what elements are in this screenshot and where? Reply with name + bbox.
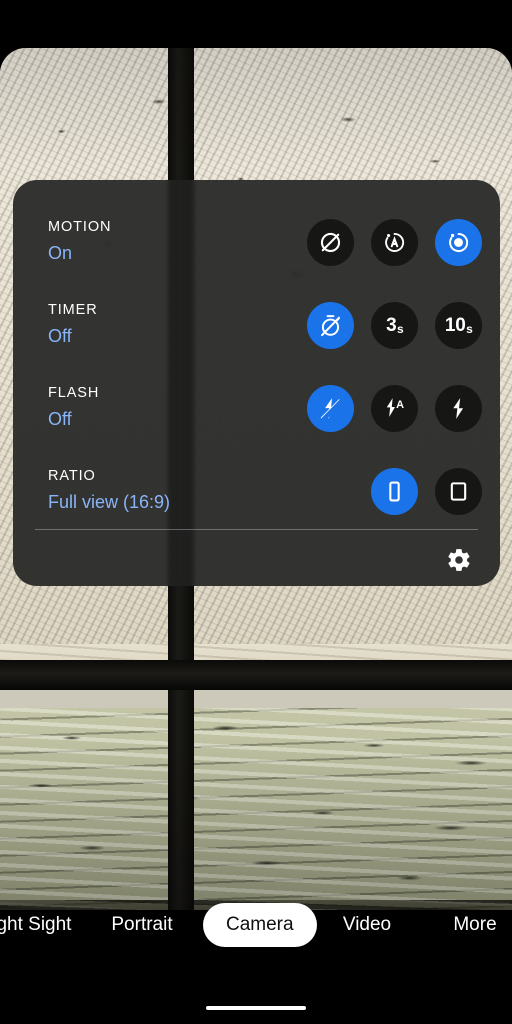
panel-divider (35, 529, 478, 530)
window-frame-horizontal (0, 660, 512, 690)
flash-labels: FLASH Off (48, 374, 99, 442)
ratio-labels: RATIO Full view (16:9) (48, 457, 170, 525)
timer-labels: TIMER Off (48, 291, 98, 359)
timer-off-icon[interactable] (307, 301, 354, 349)
svg-text:A: A (396, 398, 404, 410)
home-indicator[interactable] (206, 1006, 306, 1010)
flash-on-icon[interactable] (435, 384, 482, 432)
tab-camera[interactable]: Camera (203, 903, 317, 947)
flash-auto-icon[interactable]: A (371, 384, 418, 432)
motion-value: On (48, 243, 73, 264)
timer-options: 3s 10s (307, 291, 482, 359)
timer-title: TIMER (48, 302, 98, 319)
setting-row-ratio: RATIO Full view (16:9) (13, 457, 500, 525)
timer-10s-label: 10s (444, 314, 473, 336)
ratio-four-three-icon[interactable] (435, 467, 482, 515)
gear-icon[interactable] (444, 545, 474, 575)
motion-labels: MOTION On (48, 208, 111, 276)
flash-value: Off (48, 409, 72, 430)
motion-auto-icon[interactable] (371, 218, 418, 266)
timer-10s-option[interactable]: 10s (435, 301, 482, 349)
motion-title: MOTION (48, 219, 112, 236)
motion-off-icon[interactable] (307, 218, 354, 266)
flash-options: A (307, 374, 482, 442)
timer-3s-label: 3s (386, 314, 404, 336)
tab-video[interactable]: Video (327, 903, 407, 947)
ratio-options (371, 457, 482, 525)
timer-3s-option[interactable]: 3s (371, 301, 418, 349)
camera-app-screen: MOTION On TIMER Off 3s 10s FLASH Off A R… (0, 0, 512, 1024)
shutter-controls (0, 760, 512, 852)
ratio-full-view-icon[interactable] (371, 467, 418, 515)
flash-off-icon[interactable] (307, 384, 354, 432)
timer-value: Off (48, 326, 72, 347)
setting-row-flash: FLASH Off A (13, 374, 500, 442)
quick-settings-panel: MOTION On TIMER Off 3s 10s FLASH Off A R… (13, 180, 500, 586)
setting-row-timer: TIMER Off 3s 10s (13, 291, 500, 359)
setting-row-motion: MOTION On (13, 208, 500, 276)
ratio-value: Full view (16:9) (48, 492, 171, 513)
tab-night-sight[interactable]: Night Sight (0, 903, 77, 947)
tab-more[interactable]: More (438, 903, 512, 947)
tab-portrait[interactable]: Portrait (96, 903, 188, 947)
motion-on-icon[interactable] (435, 218, 482, 266)
flash-title: FLASH (48, 385, 100, 402)
camera-mode-tabs: Night Sight Portrait Camera Video More (0, 903, 512, 947)
motion-options (307, 208, 482, 276)
ratio-title: RATIO (48, 468, 96, 485)
